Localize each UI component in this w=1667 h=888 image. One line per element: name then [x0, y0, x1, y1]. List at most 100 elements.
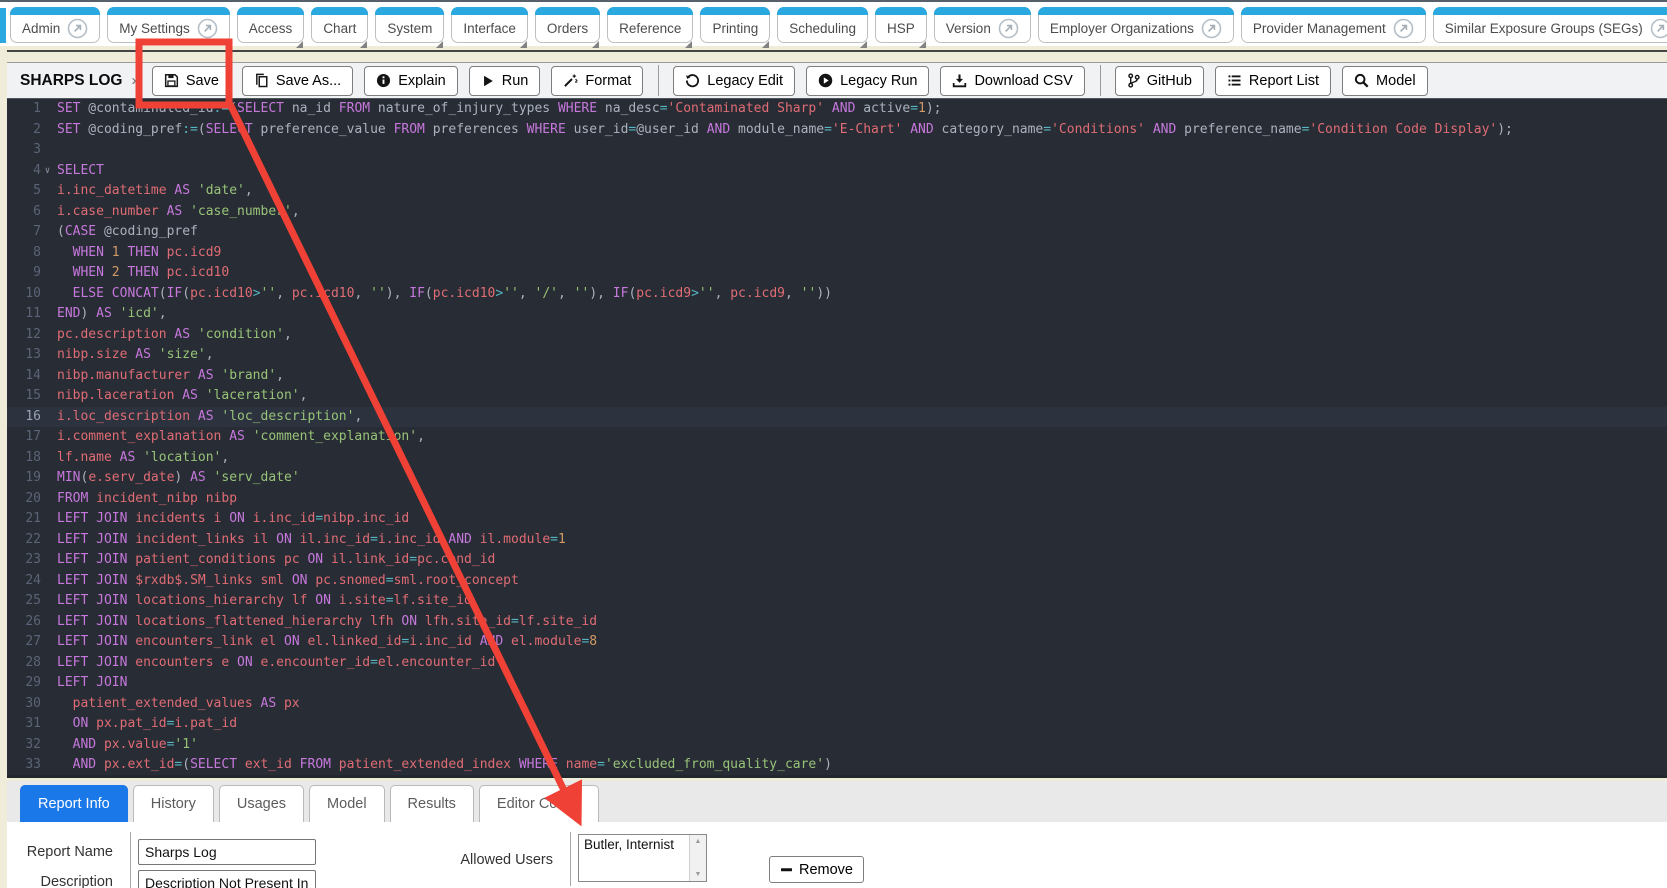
nav-tab-admin[interactable]: Admin: [10, 7, 100, 43]
code-line[interactable]: 24LEFT JOIN $rxdb$.SM_links sml ON pc.sn…: [7, 571, 1667, 592]
nav-tab-version[interactable]: Version: [934, 7, 1031, 43]
fold-gutter: [41, 407, 54, 428]
code-line[interactable]: 12pc.description AS 'condition',: [7, 325, 1667, 346]
save-button[interactable]: Save: [152, 66, 231, 96]
code-line[interactable]: 7(CASE @coding_pref: [7, 222, 1667, 243]
run-button[interactable]: Run: [469, 66, 541, 96]
external-link-icon[interactable]: [1201, 18, 1222, 39]
list-icon: [1227, 73, 1242, 88]
remove-user-button[interactable]: Remove: [769, 856, 864, 883]
code-line[interactable]: 33 AND px.ext_id=(SELECT ext_id FROM pat…: [7, 755, 1667, 776]
fold-chevron-icon[interactable]: ∨: [41, 161, 54, 182]
fold-gutter: [41, 304, 54, 325]
line-number: 10: [7, 284, 41, 305]
code-line[interactable]: 32 AND px.value='1': [7, 735, 1667, 756]
model-button[interactable]: Model: [1342, 66, 1428, 96]
fold-gutter: [41, 448, 54, 469]
code-line[interactable]: 3: [7, 140, 1667, 161]
bottom-tab-editor-config[interactable]: Editor Config: [479, 785, 599, 823]
code-line[interactable]: 19MIN(e.serv_date) AS 'serv_date': [7, 468, 1667, 489]
fold-gutter: [41, 325, 54, 346]
save-as-button[interactable]: Save As...: [242, 66, 353, 96]
bottom-tab-results[interactable]: Results: [390, 785, 474, 823]
code-line[interactable]: 27LEFT JOIN encounters_link el ON el.lin…: [7, 632, 1667, 653]
external-link-icon[interactable]: [998, 18, 1019, 39]
bottom-tab-model[interactable]: Model: [309, 785, 385, 823]
code-line[interactable]: 5i.inc_datetime AS 'date',: [7, 181, 1667, 202]
fold-gutter: [41, 427, 54, 448]
code-line[interactable]: 21LEFT JOIN incidents i ON i.inc_id=nibp…: [7, 509, 1667, 530]
code-line[interactable]: 14nibp.manufacturer AS 'brand',: [7, 366, 1667, 387]
nav-tab-system[interactable]: System: [375, 7, 444, 43]
nav-tab-label: Provider Management: [1253, 21, 1386, 36]
code-line[interactable]: 31 ON px.pat_id=i.pat_id: [7, 714, 1667, 735]
code-line[interactable]: 4∨SELECT: [7, 161, 1667, 182]
fold-gutter: [41, 550, 54, 571]
bottom-tab-usages[interactable]: Usages: [219, 785, 304, 823]
legacy-edit-button[interactable]: Legacy Edit: [673, 66, 795, 96]
external-link-icon[interactable]: [197, 18, 218, 39]
allowed-users-listbox[interactable]: Butler, Internist ▲ ▼: [578, 834, 707, 882]
code-line[interactable]: 30 patient_extended_values AS px: [7, 694, 1667, 715]
code-line[interactable]: 26LEFT JOIN locations_flattened_hierarch…: [7, 612, 1667, 633]
nav-tab-employer-organizations[interactable]: Employer Organizations: [1038, 7, 1234, 43]
code-line[interactable]: 16i.loc_description AS 'loc_description'…: [7, 407, 1667, 428]
tab-accent-bar: [777, 7, 868, 15]
code-line[interactable]: 25LEFT JOIN locations_hierarchy lf ON i.…: [7, 591, 1667, 612]
nav-tab-interface[interactable]: Interface: [451, 7, 528, 43]
code-line[interactable]: 28LEFT JOIN encounters e ON e.encounter_…: [7, 653, 1667, 674]
fold-gutter: [41, 530, 54, 551]
nav-tab-printing[interactable]: Printing: [700, 7, 770, 43]
github-button[interactable]: GitHub: [1115, 66, 1204, 96]
nav-tab-label: Reference: [619, 21, 681, 36]
code-line[interactable]: 18lf.name AS 'location',: [7, 448, 1667, 469]
code-line[interactable]: 8 WHEN 1 THEN pc.icd9: [7, 243, 1667, 264]
code-line[interactable]: 15nibp.laceration AS 'laceration',: [7, 386, 1667, 407]
code-line[interactable]: 22LEFT JOIN incident_links il ON il.inc_…: [7, 530, 1667, 551]
search-icon: [1354, 73, 1369, 88]
code-line[interactable]: 17i.comment_explanation AS 'comment_expl…: [7, 427, 1667, 448]
nav-tab-access[interactable]: Access: [237, 7, 305, 43]
listbox-scrollbar[interactable]: ▲ ▼: [689, 835, 706, 881]
external-link-icon[interactable]: [1650, 18, 1667, 39]
line-number: 16: [7, 407, 41, 428]
nav-tab-my-settings[interactable]: My Settings: [107, 7, 230, 43]
code-line[interactable]: 20FROM incident_nibp nibp: [7, 489, 1667, 510]
code-line[interactable]: 11END) AS 'icd',: [7, 304, 1667, 325]
info-icon: [376, 73, 391, 88]
code-line[interactable]: 1SET @contaminated_id:=(SELECT na_id FRO…: [7, 99, 1667, 120]
explain-button[interactable]: Explain: [364, 66, 458, 96]
format-button[interactable]: Format: [551, 66, 643, 96]
report-list-button[interactable]: Report List: [1215, 66, 1331, 96]
external-link-icon[interactable]: [1393, 18, 1414, 39]
bottom-tab-history[interactable]: History: [133, 785, 214, 823]
code-line[interactable]: 10 ELSE CONCAT(IF(pc.icd10>'', pc.icd10,…: [7, 284, 1667, 305]
branch-icon: [1127, 73, 1140, 88]
nav-tab-orders[interactable]: Orders: [535, 7, 600, 43]
nav-tab-similar-exposure-groups-segs[interactable]: Similar Exposure Groups (SEGs): [1433, 7, 1667, 43]
code-line[interactable]: 29LEFT JOIN: [7, 673, 1667, 694]
nav-tab-reference[interactable]: Reference: [607, 7, 693, 43]
external-link-icon[interactable]: [67, 18, 88, 39]
report-name-input[interactable]: [138, 839, 316, 865]
nav-tab-provider-management[interactable]: Provider Management: [1241, 7, 1426, 43]
toolbar-button-label: Run: [502, 73, 529, 89]
code-line[interactable]: 2SET @coding_pref:=(SELECT preference_va…: [7, 120, 1667, 141]
nav-tab-chart[interactable]: Chart: [311, 7, 368, 43]
allowed-user-item[interactable]: Butler, Internist: [579, 835, 706, 854]
code-line[interactable]: 13nibp.size AS 'size',: [7, 345, 1667, 366]
description-input[interactable]: [138, 870, 316, 888]
code-line[interactable]: 6i.case_number AS 'case_number',: [7, 202, 1667, 223]
legacy-run-button[interactable]: Legacy Run: [806, 66, 929, 96]
scroll-down-icon[interactable]: ▼: [695, 871, 702, 878]
nav-tab-hsp[interactable]: HSP: [875, 7, 927, 43]
scroll-up-icon[interactable]: ▲: [695, 838, 702, 845]
download-csv-button[interactable]: Download CSV: [940, 66, 1084, 96]
nav-tab-scheduling[interactable]: Scheduling: [777, 7, 868, 43]
floppy-icon: [164, 73, 179, 88]
code-line[interactable]: 23LEFT JOIN patient_conditions pc ON il.…: [7, 550, 1667, 571]
code-editor[interactable]: 1SET @contaminated_id:=(SELECT na_id FRO…: [7, 99, 1667, 778]
bottom-tab-report-info[interactable]: Report Info: [20, 785, 128, 823]
code-line[interactable]: 9 WHEN 2 THEN pc.icd10: [7, 263, 1667, 284]
line-number: 20: [7, 489, 41, 510]
